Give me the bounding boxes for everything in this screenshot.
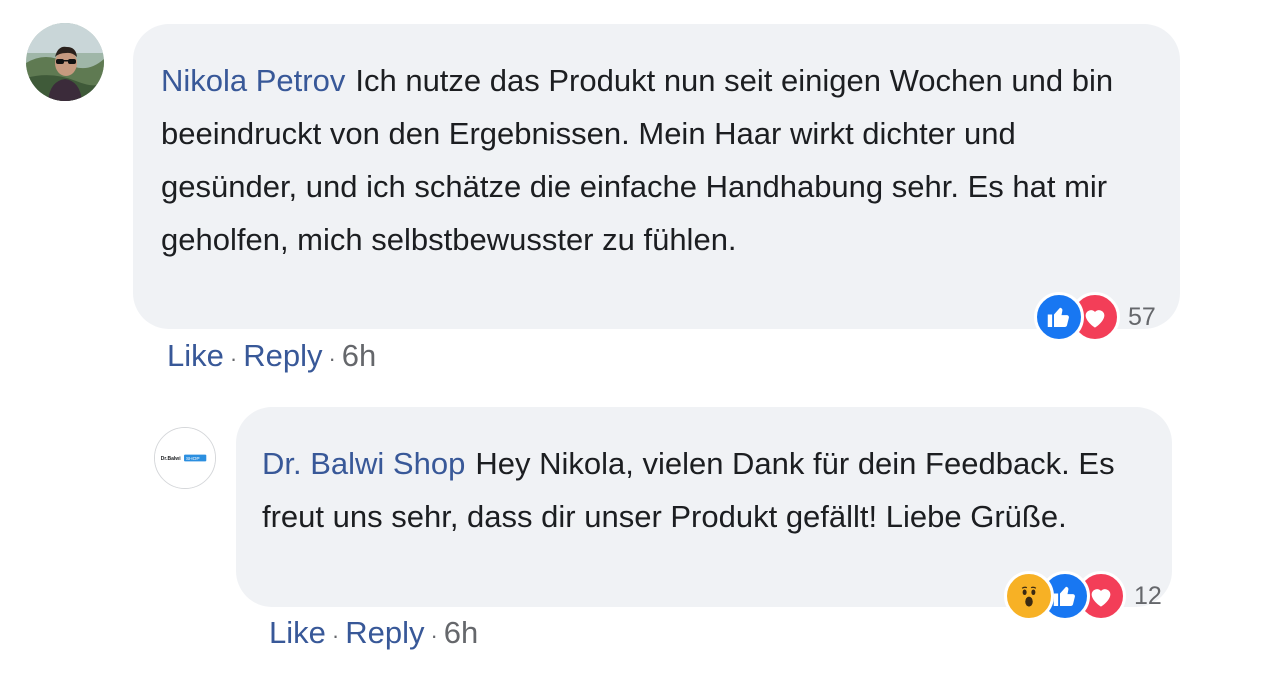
comment-body: Nikola Petrov Ich nutze das Produkt nun s… <box>161 54 1121 266</box>
reactions-summary[interactable]: 12 <box>1004 571 1162 621</box>
like-button[interactable]: Like <box>269 615 326 651</box>
separator-dot: · <box>331 623 340 648</box>
reply-button[interactable]: Reply <box>243 338 322 374</box>
svg-text:Dr.Balwi: Dr.Balwi <box>161 456 181 462</box>
separator-dot: · <box>229 346 238 371</box>
comment-actions: Like · Reply · 6h <box>167 338 376 374</box>
avatar-nikola-petrov[interactable] <box>26 23 104 101</box>
reply-actions: Like · Reply · 6h <box>269 615 478 651</box>
reply-body: Dr. Balwi Shop Hey Nikola, vielen Dank fü… <box>262 437 1142 543</box>
like-icon <box>1034 292 1084 342</box>
separator-dot: · <box>328 346 336 371</box>
reaction-count: 12 <box>1134 581 1162 610</box>
comment-thread: Nikola Petrov Ich nutze das Produkt nun s… <box>0 0 1286 674</box>
reaction-count: 57 <box>1128 302 1156 331</box>
comment-bubble: Nikola Petrov Ich nutze das Produkt nun s… <box>133 24 1180 329</box>
reply-author-link[interactable]: Dr. Balwi Shop <box>262 446 465 481</box>
reactions-summary[interactable]: 57 <box>1034 292 1156 342</box>
separator-dot: · <box>430 623 438 648</box>
shop-logo: Dr.Balwi SHOP <box>155 428 215 488</box>
comment-author-link[interactable]: Nikola Petrov <box>161 63 345 98</box>
comment-timestamp[interactable]: 6h <box>342 338 376 374</box>
reply-timestamp[interactable]: 6h <box>444 615 478 651</box>
reply-button[interactable]: Reply <box>345 615 424 651</box>
svg-text:SHOP: SHOP <box>186 456 200 462</box>
avatar-dr-balwi-shop[interactable]: Dr.Balwi SHOP <box>154 427 216 489</box>
wow-icon <box>1004 571 1054 621</box>
like-button[interactable]: Like <box>167 338 224 374</box>
profile-photo <box>26 23 104 101</box>
